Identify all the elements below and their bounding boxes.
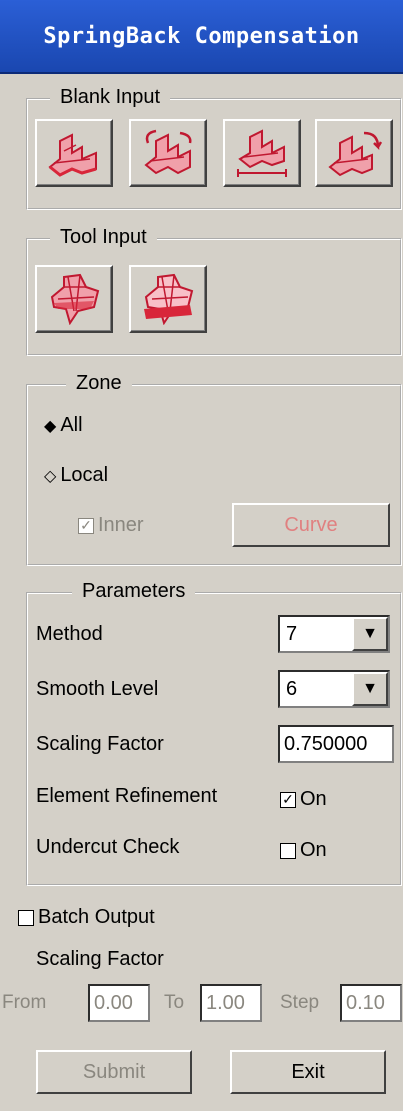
batch-scaling-label: Scaling Factor [36, 948, 164, 970]
from-label: From [2, 992, 47, 1013]
zone-local-radio[interactable]: ◇ Local [44, 464, 108, 487]
batch-output-checkbox[interactable]: Batch Output [18, 906, 155, 929]
blank-select-button[interactable] [35, 119, 113, 187]
submit-button[interactable]: Submit [36, 1050, 192, 1094]
element-refinement-label: Element Refinement [36, 785, 218, 807]
curve-button[interactable]: Curve [232, 503, 390, 547]
smooth-level-value: 6 [286, 678, 298, 700]
method-value: 7 [286, 623, 298, 645]
to-label: To [164, 992, 185, 1013]
submit-label: Submit [82, 1060, 146, 1083]
chevron-down-icon[interactable]: ▼ [352, 672, 388, 706]
method-label: Method [36, 623, 103, 645]
smooth-level-select[interactable]: 6 ▼ [278, 670, 390, 708]
checkbox-unchecked-icon [18, 909, 34, 926]
tool-section-button[interactable] [129, 265, 207, 333]
tool-select-icon [50, 273, 100, 325]
from-input[interactable]: 0.00 [88, 984, 150, 1022]
blank-rotate-icon [144, 129, 192, 175]
checkbox-checked-icon: ✓ [280, 791, 296, 808]
zone-local-label: Local [60, 464, 109, 486]
blank-transform-icon [328, 131, 382, 177]
smooth-level-label: Smooth Level [36, 678, 159, 700]
parameters-title: Parameters [72, 580, 196, 603]
exit-button[interactable]: Exit [230, 1050, 386, 1094]
window-title: SpringBack Compensation [0, 0, 403, 74]
zone-all-radio[interactable]: ◆ All [44, 414, 83, 437]
zone-inner-checkbox[interactable]: ✓ Inner [78, 514, 144, 537]
curve-label: Curve [284, 513, 338, 536]
blank-measure-button[interactable] [223, 119, 301, 187]
scaling-factor-label: Scaling Factor [36, 733, 164, 755]
undercut-check-label: Undercut Check [36, 836, 180, 858]
exit-label: Exit [291, 1060, 325, 1083]
method-select[interactable]: 7 ▼ [278, 615, 390, 653]
to-input[interactable]: 1.00 [200, 984, 262, 1022]
step-input[interactable]: 0.10 [340, 984, 402, 1022]
checkbox-unchecked-icon [280, 842, 296, 859]
inner-check-icon: ✓ [78, 517, 94, 534]
element-refinement-on-label: On [300, 788, 327, 810]
blank-select-icon [48, 133, 97, 177]
zone-inner-label: Inner [98, 514, 144, 536]
zone-title: Zone [66, 372, 132, 395]
radio-selected-icon: ◆ [44, 417, 57, 435]
chevron-down-icon[interactable]: ▼ [352, 617, 388, 651]
step-label: Step [280, 992, 320, 1013]
tool-select-button[interactable] [35, 265, 113, 333]
radio-unselected-icon: ◇ [44, 467, 57, 485]
element-refinement-checkbox[interactable]: ✓ On [280, 788, 327, 811]
batch-output-label: Batch Output [38, 906, 155, 928]
blank-input-title: Blank Input [50, 86, 171, 109]
blank-rotate-button[interactable] [129, 119, 207, 187]
blank-measure-icon [237, 129, 287, 177]
blank-transform-button[interactable] [315, 119, 393, 187]
tool-input-title: Tool Input [50, 226, 157, 249]
tool-section-icon [144, 273, 194, 325]
undercut-check-checkbox[interactable]: On [280, 839, 327, 862]
undercut-check-on-label: On [300, 839, 327, 861]
zone-all-label: All [60, 414, 83, 436]
scaling-factor-input[interactable]: 0.750000 [278, 725, 394, 763]
